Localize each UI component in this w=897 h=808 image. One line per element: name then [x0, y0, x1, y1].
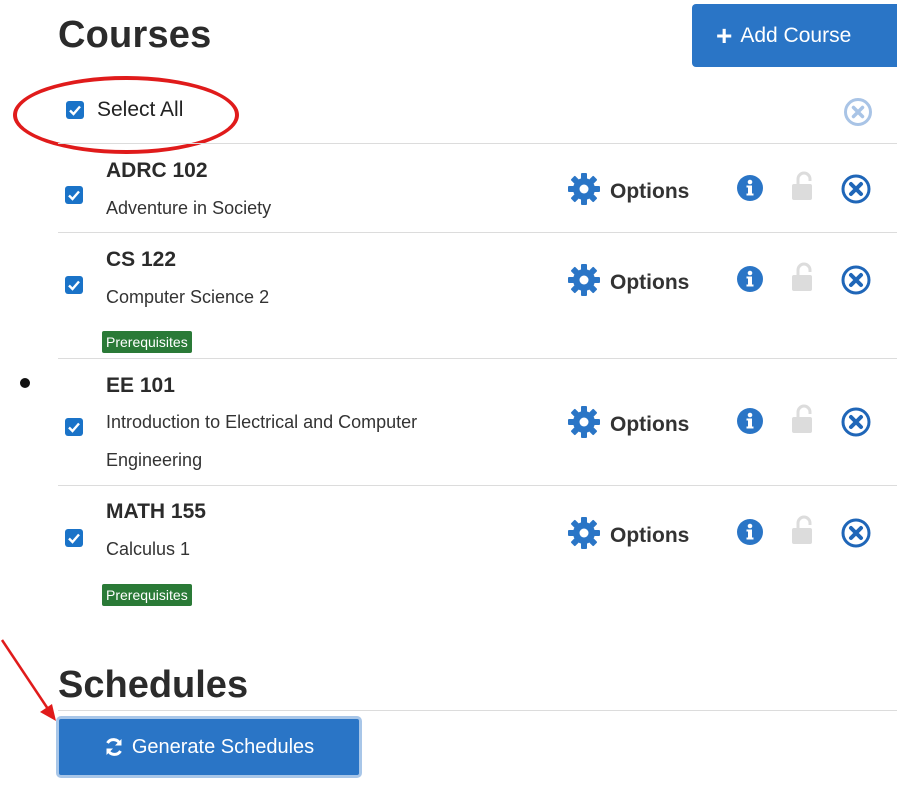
add-course-label: Add Course [740, 23, 852, 47]
gear-icon [566, 515, 602, 556]
gear-icon [566, 404, 602, 445]
remove-course-icon[interactable] [841, 518, 871, 553]
course-title: Adventure in Society [106, 198, 272, 218]
refresh-icon [106, 738, 122, 756]
info-icon[interactable] [736, 518, 764, 551]
options-button[interactable]: Options [566, 262, 689, 303]
options-button[interactable]: Options [566, 404, 689, 445]
courses-heading: Courses [58, 14, 212, 56]
course-code: ADRC 102 [106, 159, 208, 182]
course-checkbox[interactable] [65, 186, 83, 204]
clear-all-icon[interactable] [844, 98, 872, 131]
course-title: Computer Science 2 [106, 287, 270, 307]
checkmark-icon [68, 280, 80, 291]
unlock-icon[interactable] [790, 403, 816, 440]
options-button[interactable]: Options [566, 515, 689, 556]
divider [58, 232, 897, 233]
checkmark-icon [68, 422, 80, 433]
remove-course-icon[interactable] [841, 407, 871, 442]
info-icon[interactable] [736, 265, 764, 298]
info-icon[interactable] [736, 174, 764, 207]
course-title-continued: Engineering [106, 450, 203, 470]
bullet-dot [20, 378, 30, 388]
add-course-button[interactable]: + Add Course [692, 4, 897, 67]
options-label: Options [610, 523, 690, 547]
prerequisites-badge[interactable]: Prerequisites [102, 584, 192, 606]
prerequisites-badge[interactable]: Prerequisites [102, 331, 192, 353]
gear-icon [566, 262, 602, 303]
schedules-heading: Schedules [58, 664, 249, 706]
plus-icon: + [716, 19, 733, 51]
generate-schedules-label: Generate Schedules [131, 735, 315, 758]
generate-schedules-button[interactable]: Generate Schedules [56, 716, 362, 778]
options-label: Options [610, 179, 690, 203]
annotation-arrow [0, 639, 56, 721]
options-label: Options [610, 270, 690, 294]
remove-course-icon[interactable] [841, 265, 871, 300]
divider [58, 358, 897, 359]
course-title: Introduction to Electrical and Computer [106, 412, 418, 432]
course-checkbox[interactable] [65, 276, 83, 294]
checkmark-icon [68, 533, 80, 544]
course-checkbox[interactable] [65, 418, 83, 436]
checkmark-icon [68, 190, 80, 201]
unlock-icon[interactable] [790, 261, 816, 298]
options-label: Options [610, 412, 690, 436]
info-icon[interactable] [736, 407, 764, 440]
gear-icon [566, 171, 602, 212]
divider [58, 710, 897, 711]
course-code: MATH 155 [106, 500, 206, 523]
course-code: CS 122 [106, 248, 177, 271]
course-checkbox[interactable] [65, 529, 83, 547]
unlock-icon[interactable] [790, 514, 816, 551]
course-code: EE 101 [106, 374, 175, 397]
course-title: Calculus 1 [106, 539, 191, 559]
unlock-icon[interactable] [790, 170, 816, 207]
options-button[interactable]: Options [566, 171, 689, 212]
remove-course-icon[interactable] [841, 174, 871, 209]
divider [58, 143, 897, 144]
divider [58, 485, 897, 486]
